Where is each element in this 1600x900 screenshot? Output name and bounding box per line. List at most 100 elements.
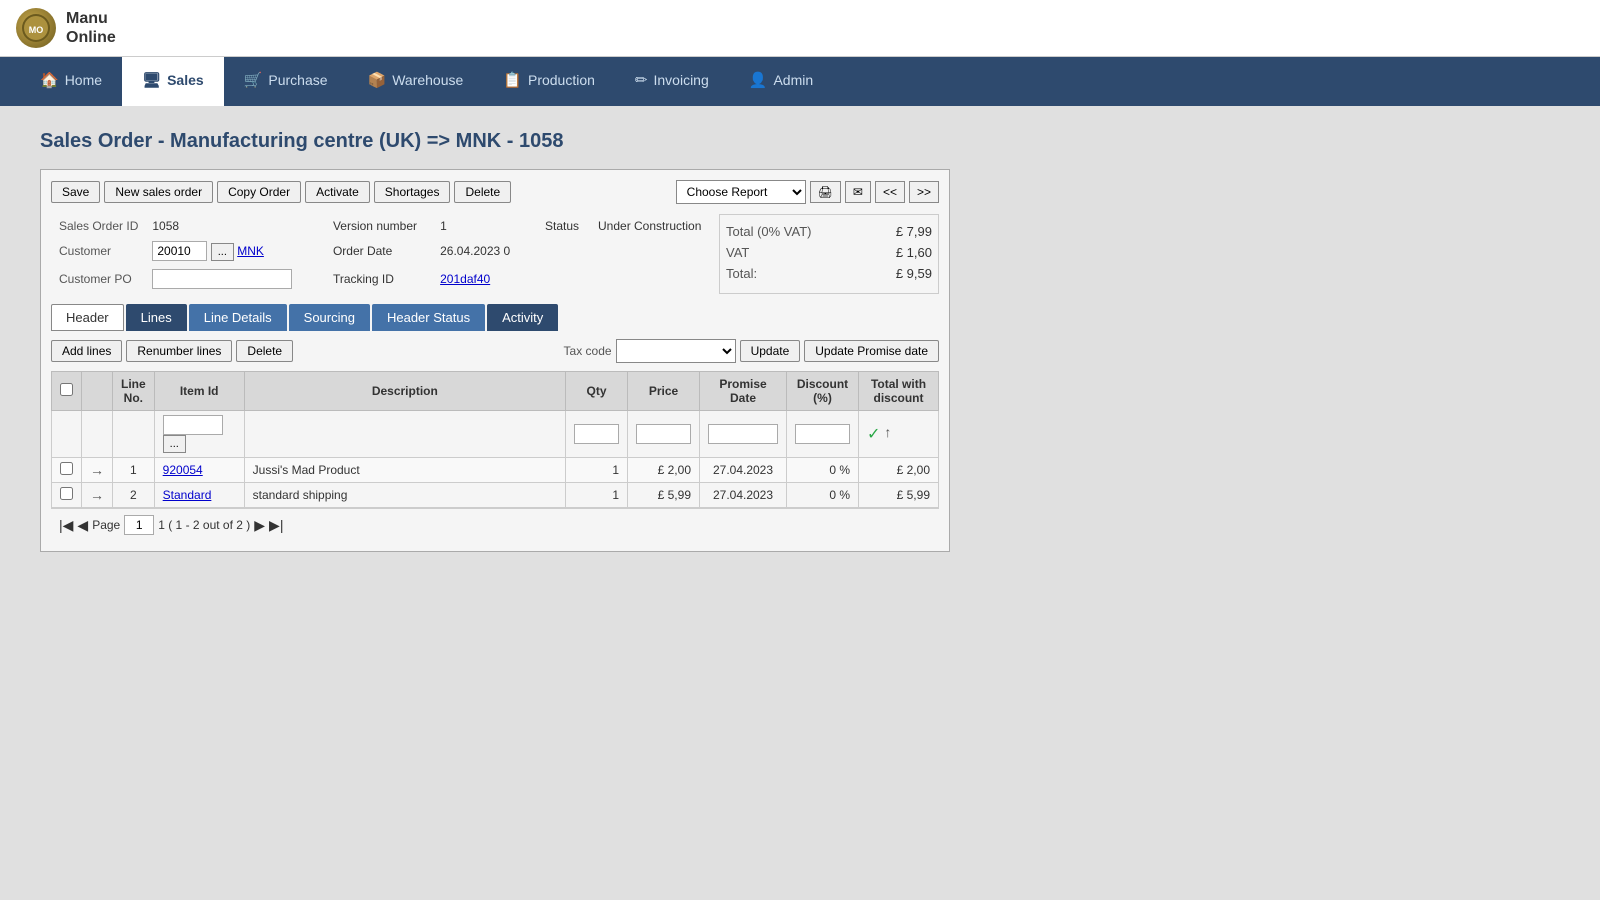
copy-order-button[interactable]: Copy Order <box>217 181 301 203</box>
order-date-label: Order Date <box>313 238 432 264</box>
nav-admin[interactable]: 👤 Admin <box>729 57 833 106</box>
new-line-discount-input[interactable] <box>795 424 850 444</box>
select-all-checkbox[interactable] <box>60 383 73 396</box>
sales-order-id-value: 1058 <box>146 216 311 236</box>
form-container: Save New sales order Copy Order Activate… <box>40 169 950 552</box>
save-button[interactable]: Save <box>51 181 100 203</box>
nav-production[interactable]: 📋 Production <box>483 57 615 106</box>
next-button[interactable]: >> <box>909 181 939 203</box>
email-button[interactable]: ✉ <box>845 181 871 203</box>
delete-button[interactable]: Delete <box>454 181 511 203</box>
row2-itemid-link[interactable]: Standard <box>163 488 212 502</box>
new-line-row: ... <box>52 411 939 458</box>
tab-header[interactable]: Header <box>51 304 124 331</box>
row1-arrow: → <box>82 458 113 483</box>
new-line-item-input[interactable] <box>163 415 223 435</box>
prev-button[interactable]: << <box>875 181 905 203</box>
col-price-header: Price <box>628 372 700 411</box>
next-page-button[interactable]: ▶ <box>254 517 265 534</box>
main-content: Sales Order - Manufacturing centre (UK) … <box>0 106 1600 576</box>
header-row: Line No. Item Id Description Qty Price P… <box>52 372 939 411</box>
nav-warehouse[interactable]: 📦 Warehouse <box>348 57 484 106</box>
tab-header-status[interactable]: Header Status <box>372 304 485 331</box>
new-line-qty-input[interactable] <box>574 424 619 444</box>
new-line-confirm-icon[interactable]: ✓ <box>867 424 880 444</box>
choose-report-select[interactable]: Choose Report <box>676 180 806 204</box>
row1-arrow-icon: → <box>90 462 104 478</box>
info-row-id: Sales Order ID 1058 Version number 1 Sta… <box>53 216 717 236</box>
row1-checkbox[interactable] <box>60 462 73 475</box>
nav-invoicing[interactable]: ✏ Invoicing <box>615 57 729 106</box>
customer-name-link[interactable]: MNK <box>237 244 264 258</box>
row2-lineno: 2 <box>113 483 155 508</box>
activate-button[interactable]: Activate <box>305 181 370 203</box>
status-label: Status <box>525 216 590 236</box>
page-input[interactable] <box>124 515 154 535</box>
sales-order-id-label: Sales Order ID <box>53 216 144 236</box>
new-line-browse-button[interactable]: ... <box>163 435 186 453</box>
info-row-customer: Customer ... MNK Order Date 26.04.2023 0 <box>53 238 717 264</box>
row1-check <box>52 458 82 483</box>
nav-sales[interactable]: 🖥 Sales <box>122 57 224 106</box>
lines-toolbar: Add lines Renumber lines Delete Tax code… <box>51 339 939 363</box>
sales-icon: 🖥 <box>142 71 161 89</box>
lines-table-body: ... <box>52 411 939 508</box>
customer-code-input[interactable] <box>152 241 207 261</box>
tab-sourcing[interactable]: Sourcing <box>289 304 370 331</box>
tracking-id-label: Tracking ID <box>313 266 432 292</box>
totals-row-total: Total: £ 9,59 <box>726 263 932 284</box>
lines-delete-button[interactable]: Delete <box>236 340 293 362</box>
update-button[interactable]: Update <box>740 340 801 362</box>
tab-activity[interactable]: Activity <box>487 304 558 331</box>
logo-text: Manu Online <box>66 9 116 47</box>
shortages-button[interactable]: Shortages <box>374 181 451 203</box>
production-icon: 📋 <box>503 71 522 89</box>
row2-price: £ 5,99 <box>628 483 700 508</box>
new-line-no <box>113 411 155 458</box>
tabs-bar: Header Lines Line Details Sourcing Heade… <box>51 304 939 331</box>
first-page-button[interactable]: |◀ <box>59 517 73 534</box>
row1-lineno: 1 <box>113 458 155 483</box>
row1-itemid-link[interactable]: 920054 <box>163 463 203 477</box>
total-value: £ 9,59 <box>872 266 932 281</box>
vat-total-value: £ 7,99 <box>872 224 932 239</box>
row1-qty: 1 <box>566 458 628 483</box>
add-lines-button[interactable]: Add lines <box>51 340 122 362</box>
order-date-value: 26.04.2023 0 <box>434 238 523 264</box>
row2-qty: 1 <box>566 483 628 508</box>
row2-checkbox[interactable] <box>60 487 73 500</box>
new-line-price-input[interactable] <box>636 424 691 444</box>
last-page-button[interactable]: ▶| <box>269 517 283 534</box>
nav-purchase[interactable]: 🛒 Purchase <box>224 57 348 106</box>
customer-browse-button[interactable]: ... <box>211 243 234 261</box>
tax-code-label: Tax code <box>564 344 612 358</box>
new-sales-order-button[interactable]: New sales order <box>104 181 213 203</box>
nav-home[interactable]: 🏠 Home <box>20 57 122 106</box>
tax-code-select[interactable] <box>616 339 736 363</box>
pagination: |◀ ◀ Page 1 ( 1 - 2 out of 2 ) ▶ ▶| <box>51 508 939 541</box>
vat-label: VAT <box>726 245 749 260</box>
row2-desc: standard shipping <box>244 483 565 508</box>
tab-line-details[interactable]: Line Details <box>189 304 287 331</box>
row1-promise: 27.04.2023 <box>700 458 787 483</box>
renumber-lines-button[interactable]: Renumber lines <box>126 340 232 362</box>
customer-po-input[interactable] <box>152 269 292 289</box>
col-lineno-header: Line No. <box>113 372 155 411</box>
nav-bar: 🏠 Home 🖥 Sales 🛒 Purchase 📦 Warehouse 📋 … <box>0 57 1600 106</box>
new-line-action-icons: ✓ ↑ <box>867 424 930 444</box>
home-icon: 🏠 <box>40 71 59 89</box>
new-line-promise-cell <box>700 411 787 458</box>
update-promise-button[interactable]: Update Promise date <box>804 340 939 362</box>
row1-discount: 0 % <box>787 458 859 483</box>
new-line-undo-icon[interactable]: ↑ <box>884 424 891 444</box>
customer-po-label: Customer PO <box>53 266 144 292</box>
vat-total-label: Total (0% VAT) <box>726 224 811 239</box>
col-discount-header: Discount (%) <box>787 372 859 411</box>
row1-itemid: 920054 <box>154 458 244 483</box>
admin-icon: 👤 <box>749 71 768 89</box>
prev-page-button[interactable]: ◀ <box>77 517 88 534</box>
tab-lines[interactable]: Lines <box>126 304 187 331</box>
new-line-promise-input[interactable] <box>708 424 778 444</box>
customer-cell: ... MNK <box>146 238 311 264</box>
print-button[interactable]: 🖨 <box>810 181 841 203</box>
